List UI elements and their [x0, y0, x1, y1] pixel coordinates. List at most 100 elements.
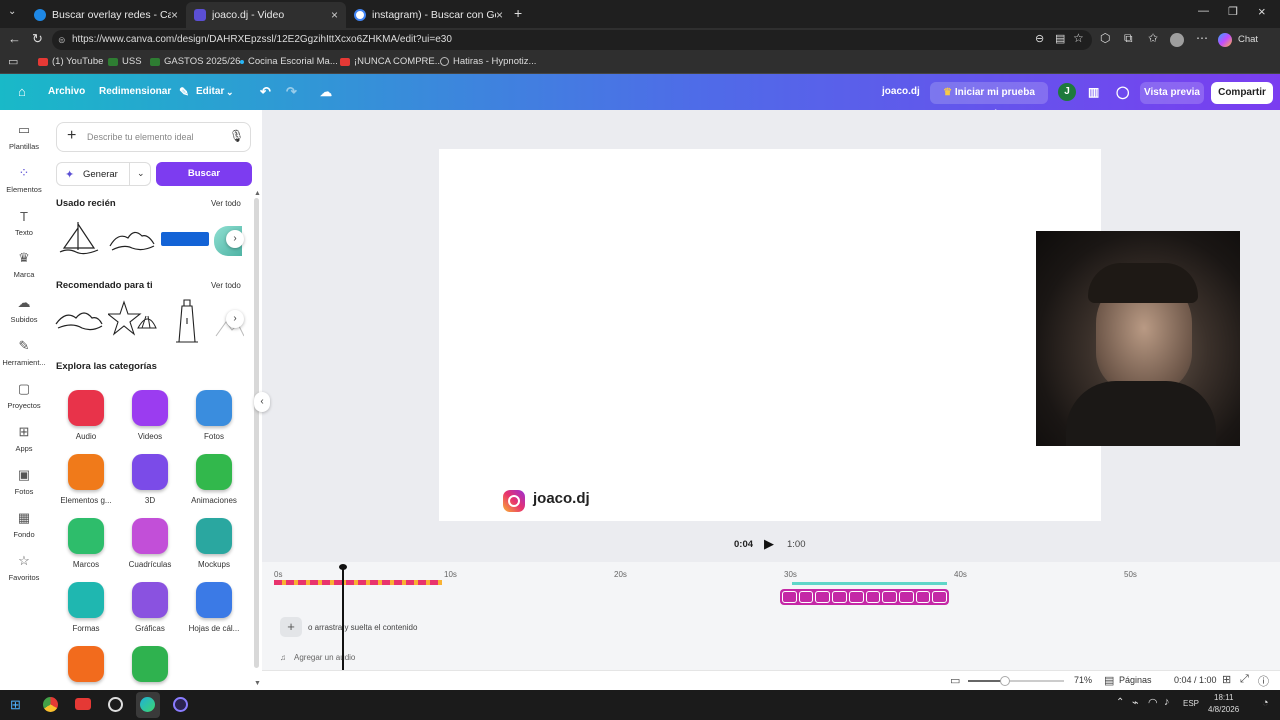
help-icon[interactable]: ⓘ [1258, 673, 1269, 689]
favorite-star-icon[interactable]: ☆ [1073, 31, 1084, 45]
close-tab-icon[interactable]: × [331, 8, 338, 22]
user-avatar[interactable]: J [1058, 83, 1076, 101]
tab-list-icon[interactable]: ⌄ [8, 6, 16, 17]
category-tile[interactable]: 3D [120, 454, 180, 505]
rail-item-text[interactable]: T Texto [0, 209, 48, 237]
app-taskbar-icon[interactable] [173, 697, 188, 712]
wave-element[interactable] [54, 304, 104, 334]
home-icon[interactable]: ⌂ [18, 74, 26, 110]
playhead-handle[interactable] [339, 564, 347, 570]
sailboat-element[interactable] [56, 218, 102, 258]
close-tab-icon[interactable]: × [171, 8, 178, 22]
minimize-icon[interactable]: — [1198, 5, 1209, 17]
instagram-clip-track[interactable] [780, 589, 949, 605]
add-audio-text[interactable]: Agregar un audio [294, 653, 355, 662]
category-tile[interactable]: Audio [56, 390, 116, 441]
play-icon[interactable]: ▶ [764, 536, 774, 552]
category-tile[interactable]: Fotos [184, 390, 244, 441]
resize-menu[interactable]: Redimensionar [99, 74, 171, 110]
comments-icon[interactable]: ◯ [1116, 74, 1129, 110]
recommended-see-all-link[interactable]: Ver todo [211, 281, 241, 290]
chevron-down-icon[interactable]: ⌄ [137, 168, 145, 179]
cloud-saved-icon[interactable]: ☁ [320, 74, 332, 110]
language-indicator[interactable]: ESP [1183, 699, 1199, 708]
wave-element[interactable] [108, 224, 156, 254]
workspaces-icon[interactable]: ▭ [8, 55, 18, 68]
url-field[interactable]: ⊜ https://www.canva.com/design/DAHRXEpzs… [52, 30, 1092, 50]
tab-joaco-video[interactable]: joaco.dj - Video × [186, 2, 346, 28]
close-window-icon[interactable]: × [1258, 4, 1266, 19]
handle-text[interactable]: joaco.dj [533, 490, 590, 507]
notifications-icon[interactable]: ◔ [1262, 697, 1269, 709]
scroll-down-icon[interactable]: ▼ [254, 680, 261, 687]
rail-item-uploads[interactable]: ☁ Subidos [0, 295, 48, 324]
category-tile[interactable]: Mockups [184, 518, 244, 569]
youtube-taskbar-icon[interactable] [75, 698, 91, 710]
new-tab-icon[interactable]: + [514, 5, 522, 21]
category-tile[interactable]: Hojas de cál... [184, 582, 244, 633]
pages-button[interactable]: Páginas [1119, 675, 1152, 685]
tray-chevron-icon[interactable]: ⌃ [1116, 697, 1124, 708]
element-search-box[interactable]: + Describe tu elemento ideal 🎙 [56, 122, 251, 152]
tab-canva-search[interactable]: Buscar overlay redes - Canva × [26, 2, 186, 28]
bookmark-gastos[interactable]: GASTOS 2025/26 [150, 56, 240, 67]
clock-date[interactable]: 4/8/2026 [1208, 705, 1239, 714]
reload-icon[interactable]: ↻ [32, 31, 43, 47]
notes-icon[interactable]: ▭ [950, 674, 960, 687]
instagram-icon[interactable] [503, 490, 525, 512]
analytics-icon[interactable]: ▥ [1088, 74, 1099, 110]
zoom-slider[interactable] [968, 676, 1064, 686]
category-tile[interactable]: Elementos g... [56, 454, 116, 505]
share-button[interactable]: Compartir [1211, 82, 1273, 104]
bookmark-hatiras[interactable]: Hatiras - Hypnotiz... [440, 56, 536, 67]
video-clip-track[interactable] [274, 580, 442, 585]
drop-row[interactable] [270, 612, 1270, 646]
rail-item-projects[interactable]: ▢ Proyectos [0, 381, 48, 410]
add-clip-button[interactable]: + [280, 617, 302, 637]
grid-view-icon[interactable]: ⊞ [1222, 673, 1231, 686]
reader-icon[interactable]: ▤ [1055, 32, 1065, 45]
category-tile[interactable]: Formas [56, 582, 116, 633]
microphone-icon[interactable]: 🎙 [229, 129, 244, 143]
plus-icon[interactable]: + [67, 127, 76, 145]
site-info-icon[interactable]: ⊜ [58, 30, 66, 50]
playhead[interactable] [342, 566, 344, 670]
scroll-right-icon[interactable]: › [226, 310, 244, 328]
category-tile[interactable]: Videos [120, 390, 180, 441]
rail-item-favorites[interactable]: ☆ Favoritos [0, 553, 48, 582]
windows-start-icon[interactable]: ⊞ [10, 697, 21, 713]
redo-icon[interactable]: ↷ [286, 74, 297, 110]
generate-button[interactable]: ✦ Generar ⌄ [56, 162, 151, 186]
copilot-chat-label[interactable]: Chat [1238, 34, 1258, 45]
extensions-icon[interactable]: ⬡ [1100, 31, 1110, 45]
undo-icon[interactable]: ↶ [260, 74, 271, 110]
chrome-taskbar-icon[interactable] [43, 697, 58, 712]
wifi-icon[interactable]: ◠ [1148, 696, 1158, 709]
trial-button[interactable]: ♛ Iniciar mi prueba gratis [930, 82, 1048, 120]
zoom-level[interactable]: 71% [1074, 675, 1092, 685]
webcam-overlay[interactable] [1036, 231, 1240, 446]
clock-time[interactable]: 18:11 [1214, 693, 1233, 702]
bookmark-youtube[interactable]: (1) YouTube [38, 56, 103, 67]
fullscreen-icon[interactable]: ⤢ [1240, 673, 1249, 686]
recent-see-all-link[interactable]: Ver todo [211, 199, 241, 208]
zoom-out-icon[interactable]: ⊖ [1035, 32, 1044, 45]
scroll-right-icon[interactable]: › [226, 230, 244, 248]
rail-item-tools[interactable]: ✎ Herramient... [0, 338, 48, 367]
blue-shape-element[interactable] [161, 232, 209, 246]
network-icon[interactable]: ⌁ [1132, 696, 1139, 709]
more-menu-icon[interactable]: ⋯ [1196, 31, 1208, 45]
starfish-shell-element[interactable] [108, 298, 158, 340]
chevron-down-icon[interactable]: ⌄ [226, 74, 234, 110]
category-tile[interactable] [120, 646, 180, 688]
file-menu[interactable]: Archivo [48, 74, 85, 110]
rail-item-apps[interactable]: ⊞ Apps [0, 424, 48, 453]
panel-scrollbar[interactable] [254, 198, 259, 668]
collapse-panel-icon[interactable]: ‹ [254, 392, 270, 412]
rail-item-elements[interactable]: ⁘ Elementos [0, 165, 48, 194]
rail-item-photos[interactable]: ▣ Fotos [0, 467, 48, 496]
tab-google-search[interactable]: instagram) - Buscar con Google × [346, 2, 511, 28]
obs-taskbar-icon[interactable] [108, 697, 123, 712]
edge-taskbar-icon[interactable] [140, 697, 155, 712]
preview-button[interactable]: Vista previa [1140, 82, 1204, 104]
